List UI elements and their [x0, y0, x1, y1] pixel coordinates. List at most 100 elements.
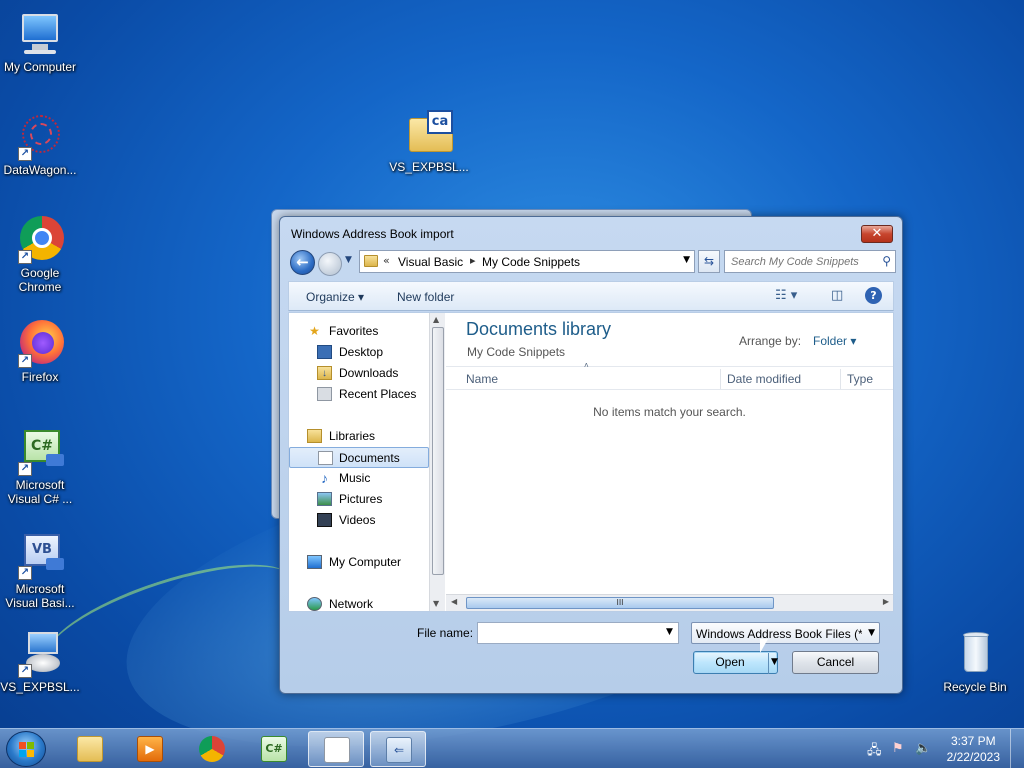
- start-button[interactable]: [6, 731, 46, 767]
- sort-ascending-icon: ˄: [584, 361, 589, 370]
- dialog-titlebar[interactable]: Windows Address Book import ✕: [280, 217, 902, 251]
- recycle-bin-icon: [951, 630, 999, 678]
- search-box[interactable]: ⚲: [724, 250, 896, 273]
- folder-icon: [77, 736, 103, 762]
- file-name-input[interactable]: [477, 622, 679, 644]
- taskbar-chrome[interactable]: [184, 731, 240, 767]
- view-options-icon[interactable]: ☷ ▾: [775, 288, 797, 303]
- taskbar-document[interactable]: [308, 731, 364, 767]
- new-folder-button[interactable]: New folder: [397, 290, 454, 304]
- column-divider[interactable]: [840, 369, 841, 389]
- search-input[interactable]: [725, 251, 875, 272]
- nav-item-libraries[interactable]: Libraries: [289, 426, 429, 447]
- nav-item-music[interactable]: ♪ Music: [289, 468, 429, 489]
- computer-icon: [307, 555, 322, 569]
- action-center-flag-icon[interactable]: ⚑: [892, 741, 904, 756]
- empty-results-message: No items match your search.: [593, 405, 746, 419]
- breadcrumb-overflow[interactable]: «: [383, 254, 390, 267]
- network-tray-icon[interactable]: 🖧: [867, 741, 882, 763]
- network-icon: [307, 597, 322, 611]
- system-clock[interactable]: 3:37 PM 2/22/2023: [947, 733, 1000, 765]
- desktop-icon-vs-expbsl-installer[interactable]: ↗ VS_EXPBSL...: [0, 630, 80, 694]
- refresh-button[interactable]: ⇆: [698, 250, 720, 273]
- desktop-icon: [317, 345, 332, 359]
- nav-item-pictures[interactable]: Pictures: [289, 489, 429, 510]
- shortcut-arrow-icon: ↗: [18, 250, 32, 264]
- open-button[interactable]: Open: [693, 651, 778, 674]
- pictures-icon: [317, 492, 332, 506]
- cancel-button[interactable]: Cancel: [792, 651, 879, 674]
- organize-button[interactable]: Organize ▾: [306, 290, 364, 304]
- mouse-pointer: [760, 639, 768, 653]
- desktop-icon-visual-csharp[interactable]: C# ↗ Microsoft Visual C# ...: [0, 428, 80, 506]
- file-scroll-thumb[interactable]: III: [466, 597, 774, 609]
- scroll-down-icon[interactable]: ▼: [433, 599, 439, 608]
- breadcrumb-separator[interactable]: ▸: [470, 254, 476, 267]
- address-dropdown-icon[interactable]: ▼: [683, 255, 690, 265]
- computer-icon: [16, 10, 64, 58]
- open-options-dropdown-icon[interactable]: ▼: [771, 657, 778, 667]
- desktop-icon-vs-expbsl-folder[interactable]: ca VS_EXPBSL...: [389, 110, 469, 174]
- nav-item-network[interactable]: Network: [289, 594, 429, 611]
- scroll-up-icon[interactable]: ▲: [433, 315, 439, 324]
- file-name-dropdown-icon[interactable]: ▼: [666, 627, 673, 637]
- file-horizontal-scrollbar[interactable]: ◀ III ▶: [446, 594, 893, 611]
- desktop-icon-visual-basic[interactable]: VB ↗ Microsoft Visual Basi...: [0, 532, 80, 610]
- search-icon[interactable]: ⚲: [882, 254, 891, 268]
- column-header-row: Name ˄ Date modified Type: [446, 361, 893, 390]
- visual-basic-icon: VB ↗: [16, 532, 64, 580]
- breadcrumb-my-code-snippets[interactable]: My Code Snippets: [482, 255, 580, 269]
- address-bar[interactable]: « Visual Basic ▸ My Code Snippets ▼: [359, 250, 695, 273]
- desktop-icon-recycle-bin[interactable]: Recycle Bin: [935, 630, 1015, 694]
- folder-icon: ca: [405, 110, 453, 158]
- help-icon[interactable]: ?: [865, 287, 882, 304]
- forward-button[interactable]: [318, 252, 342, 276]
- nav-item-recent-places[interactable]: Recent Places: [289, 384, 429, 405]
- shortcut-arrow-icon: ↗: [18, 147, 32, 161]
- downloads-icon: ↓: [317, 366, 332, 380]
- back-button[interactable]: ←: [290, 250, 315, 275]
- file-type-filter[interactable]: Windows Address Book Files (*. ▼: [691, 622, 880, 644]
- desktop-icon-my-computer[interactable]: My Computer: [0, 10, 80, 74]
- desktop-icon-datawagon[interactable]: ↗ DataWagon...: [0, 113, 80, 177]
- taskbar-explorer[interactable]: [62, 731, 118, 767]
- documents-icon: [318, 451, 333, 465]
- address-book-icon: ⇐: [386, 737, 412, 763]
- nav-item-my-computer[interactable]: My Computer: [289, 552, 429, 573]
- nav-item-documents[interactable]: Documents: [289, 447, 429, 468]
- firefox-icon: ↗: [16, 320, 64, 368]
- scroll-left-icon[interactable]: ◀: [451, 597, 457, 606]
- nav-scroll-thumb[interactable]: [432, 327, 444, 575]
- recent-places-icon: [317, 387, 332, 401]
- volume-icon[interactable]: 🔈: [915, 741, 931, 756]
- visual-csharp-icon: C# ↗: [16, 428, 64, 476]
- library-title: Documents library: [466, 319, 612, 339]
- column-name[interactable]: Name: [466, 372, 498, 386]
- preview-pane-icon[interactable]: ◫: [831, 288, 843, 303]
- breadcrumb-visual-basic[interactable]: Visual Basic: [398, 255, 463, 269]
- show-desktop-button[interactable]: [1010, 729, 1024, 768]
- column-date-modified[interactable]: Date modified: [727, 372, 801, 386]
- scroll-right-icon[interactable]: ▶: [883, 597, 889, 606]
- library-subtitle: My Code Snippets: [467, 345, 566, 359]
- navigation-bar: ← ▼ « Visual Basic ▸ My Code Snippets ▼ …: [288, 249, 896, 276]
- arrange-by-dropdown[interactable]: Folder ▾: [813, 334, 856, 348]
- nav-item-videos[interactable]: Videos: [289, 510, 429, 531]
- column-type[interactable]: Type: [847, 372, 873, 386]
- taskbar-media-player[interactable]: ▶: [122, 731, 178, 767]
- star-icon: ★: [309, 324, 320, 338]
- nav-item-downloads[interactable]: ↓ Downloads: [289, 363, 429, 384]
- nav-item-desktop[interactable]: Desktop: [289, 342, 429, 363]
- nav-item-favorites[interactable]: ★ Favorites: [289, 321, 429, 342]
- desktop-icon-google-chrome[interactable]: ↗ Google Chrome: [0, 216, 80, 294]
- close-button[interactable]: ✕: [861, 225, 893, 243]
- column-divider[interactable]: [720, 369, 721, 389]
- shortcut-arrow-icon: ↗: [18, 664, 32, 678]
- nav-vertical-scrollbar[interactable]: ▲ ▼: [429, 313, 445, 611]
- history-dropdown-icon[interactable]: ▼: [345, 255, 352, 265]
- videos-icon: [317, 513, 332, 527]
- taskbar-visual-csharp[interactable]: C#: [246, 731, 302, 767]
- shortcut-arrow-icon: ↗: [18, 462, 32, 476]
- taskbar-address-book[interactable]: ⇐: [370, 731, 426, 767]
- desktop-icon-firefox[interactable]: ↗ Firefox: [0, 320, 80, 384]
